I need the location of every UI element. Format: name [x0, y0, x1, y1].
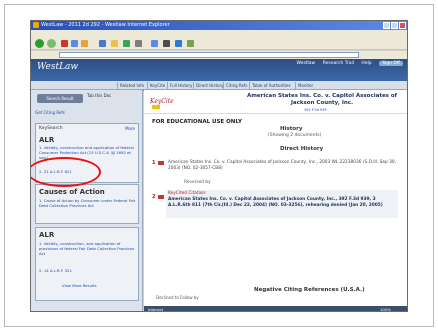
negative-citing-heading: Negative Citing References (U.S.A.): [254, 287, 365, 293]
browser-toolbar: [31, 37, 407, 50]
history-item-number: 1: [152, 160, 156, 166]
status-zone: Internet: [148, 307, 164, 312]
window-title: WestLaw - 2011 2d 292 - Westlaw Internet…: [41, 22, 170, 28]
red-highlight-ellipse: [31, 157, 101, 187]
keysearch-heading: ALR: [39, 136, 55, 144]
stop-icon[interactable]: [61, 40, 68, 47]
menu-bar: File Edit View Favorites Tools Help: [31, 30, 407, 47]
doc-label: Tab this Doc: [87, 93, 112, 98]
keycite-logo: KeyCite: [150, 98, 174, 105]
maximize-button[interactable]: [391, 22, 398, 29]
red-flag-icon: [158, 195, 164, 199]
causes-of-action-heading: Causes of Action: [39, 188, 105, 196]
zoom-level[interactable]: 100%: [380, 307, 391, 311]
keycited-citation-text: American States Ins. Co. v. Capitol Asso…: [168, 197, 383, 208]
causes-of-action-box: Causes of Action 1. Cause of Action by C…: [35, 184, 139, 224]
causes-of-action-link[interactable]: 1. Cause of Action by Consumer under Fed…: [39, 198, 137, 208]
edit-icon[interactable]: [175, 40, 182, 47]
keysearch-more-link[interactable]: More: [125, 126, 135, 131]
address-field[interactable]: [59, 52, 359, 58]
alr-heading: ALR: [39, 231, 55, 239]
home-icon[interactable]: [81, 40, 88, 47]
address-bar: [31, 51, 407, 59]
document-header: KeyCite American States Ins. Co. v. Capi…: [144, 90, 407, 114]
get-citing-refs-link[interactable]: Get Citing Refs: [35, 110, 65, 115]
case-citation-link[interactable]: 392 F.3d 939: [304, 108, 327, 112]
keycite-flag-icon: [152, 105, 160, 109]
browser-app-icon: [33, 22, 39, 28]
westlaw-tabs: Law School Westlaw Practitioner Classroo…: [67, 73, 194, 91]
status-bar: Internet 100%: [144, 306, 407, 312]
left-panel: Search Result Tab this Doc Get Citing Re…: [31, 90, 143, 311]
header-links: Westlaw Research Trail Help Sign Off: [290, 61, 403, 66]
header-link-help[interactable]: Help: [361, 61, 371, 66]
mail-icon[interactable]: [151, 40, 158, 47]
title-bar: WestLaw - 2011 2d 292 - Westlaw Internet…: [31, 21, 407, 30]
history-icon[interactable]: [135, 40, 142, 47]
educational-use-notice: FOR EDUCATIONAL USE ONLY: [152, 119, 242, 125]
subnav-related-info[interactable]: Related Info: [117, 82, 146, 89]
history-heading: History: [280, 126, 303, 132]
keycited-label: KeyCited Citation:: [168, 191, 207, 196]
print-icon[interactable]: [163, 40, 170, 47]
media-icon[interactable]: [123, 40, 130, 47]
favorites-icon[interactable]: [111, 40, 118, 47]
header-link-westlaw[interactable]: Westlaw: [296, 61, 315, 66]
subnav-citing-refs[interactable]: Citing Refs: [223, 82, 249, 89]
minimize-button[interactable]: [383, 22, 390, 29]
left-panel-top: Search Result Tab this Doc: [35, 92, 139, 106]
document-subnav: Related Info KeyCite Full History Direct…: [31, 81, 407, 90]
history-item-number: 2: [152, 194, 156, 200]
red-flag-icon: [158, 161, 164, 165]
alr-cite-link[interactable]: 2. 14 A.L.R.F. 321: [39, 268, 72, 273]
alr-box: ALR 1. Validity, construction, and appli…: [35, 227, 139, 301]
subnav-table-of-authorities[interactable]: Table of Authorities: [249, 82, 293, 89]
keysearch-title: KeySearch: [39, 126, 63, 131]
case-title: American States Ins. Co. v. Capitol Asso…: [246, 93, 398, 106]
alr-result-link[interactable]: 1. Validity, construction, and applicati…: [39, 241, 137, 256]
history-item-link[interactable]: American States Ins. Co. v. Capitol Asso…: [168, 160, 398, 171]
sign-off-button[interactable]: Sign Off: [379, 61, 403, 66]
discuss-icon[interactable]: [187, 40, 194, 47]
subnav-full-history[interactable]: Full History: [167, 82, 194, 89]
subnav-direct-history[interactable]: Direct History: [193, 82, 225, 89]
search-icon[interactable]: [99, 40, 106, 47]
header-link-research-trail[interactable]: Research Trail: [323, 61, 354, 66]
subnav-keycite[interactable]: KeyCite: [147, 82, 167, 89]
direct-history-heading: Direct History: [280, 146, 324, 152]
showing-count: (Showing 2 documents): [268, 133, 322, 138]
search-result-button[interactable]: Search Result: [37, 94, 83, 103]
westlaw-logo: WestLaw: [37, 62, 79, 72]
forward-icon[interactable]: [47, 39, 56, 48]
browser-window: WestLaw - 2011 2d 292 - Westlaw Internet…: [30, 20, 408, 312]
main-content: KeyCite American States Ins. Co. v. Capi…: [144, 90, 407, 311]
history-item-note: Reversed by: [184, 180, 211, 185]
refresh-icon[interactable]: [71, 40, 78, 47]
subnav-monitor[interactable]: Monitor: [295, 82, 315, 89]
westlaw-header: WestLaw Westlaw Research Trail Help Sign…: [31, 59, 407, 91]
back-icon[interactable]: [35, 39, 44, 48]
negative-citing-subheading: Declined to Follow by: [156, 295, 199, 300]
view-more-results-link[interactable]: View More Results: [62, 283, 97, 288]
close-button[interactable]: [399, 22, 406, 29]
